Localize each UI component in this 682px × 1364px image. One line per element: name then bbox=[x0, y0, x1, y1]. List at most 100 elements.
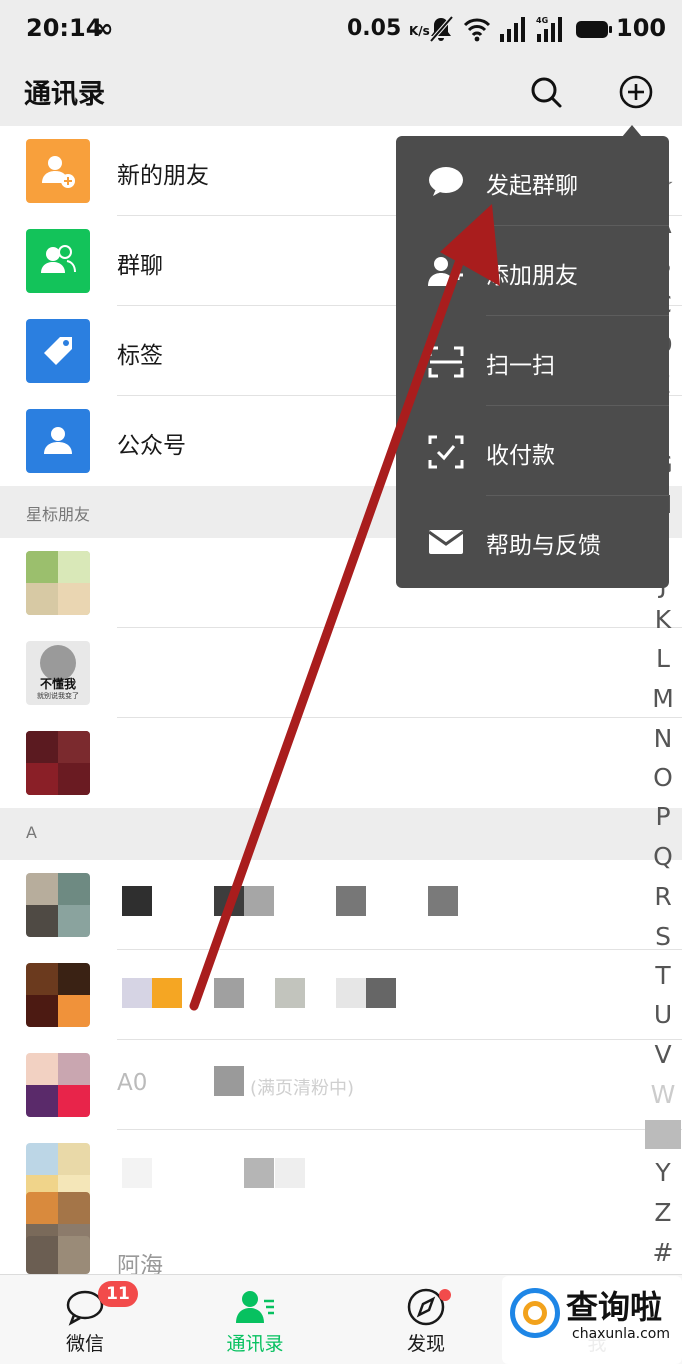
network-speed-value: 0.05 bbox=[347, 16, 402, 41]
contact-row[interactable] bbox=[0, 1130, 682, 1220]
mosaic-block bbox=[275, 1158, 305, 1188]
contact-row[interactable]: A0 (满页清粉中) bbox=[0, 1040, 682, 1130]
mosaic-block bbox=[122, 978, 152, 1008]
add-popup-menu: 发起群聊 添加朋友 扫一扫 收付款 帮助与反馈 bbox=[396, 136, 669, 588]
section-header-a: A bbox=[0, 808, 682, 860]
menu-label: 收付款 bbox=[486, 443, 555, 469]
index-letter[interactable]: U bbox=[645, 1000, 681, 1029]
avatar-subtext: 就别说我变了 bbox=[37, 692, 79, 700]
index-letter[interactable]: V bbox=[645, 1040, 681, 1069]
avatar bbox=[26, 873, 90, 937]
contact-name: 阿海 bbox=[117, 1253, 163, 1274]
plus-circle-icon bbox=[619, 75, 653, 109]
mute-bell-icon bbox=[429, 15, 454, 43]
row-label: 群聊 bbox=[117, 253, 163, 279]
scan-icon bbox=[428, 346, 464, 378]
network-speed: 0.05 K/s bbox=[347, 16, 430, 41]
mosaic-block bbox=[428, 886, 458, 916]
mosaic-block bbox=[336, 978, 366, 1008]
menu-scan[interactable]: 扫一扫 bbox=[396, 316, 669, 406]
index-letter[interactable]: Y bbox=[645, 1158, 681, 1187]
tab-label: 微信 bbox=[65, 1333, 104, 1355]
index-letter[interactable]: Z bbox=[645, 1198, 681, 1227]
index-letter[interactable]: P bbox=[645, 802, 681, 831]
group-chat-icon bbox=[26, 229, 90, 293]
avatar: 不懂我 就别说我变了 bbox=[26, 641, 90, 705]
index-letter[interactable]: M bbox=[645, 684, 681, 713]
index-letter[interactable]: L bbox=[645, 644, 681, 673]
index-letter[interactable]: O bbox=[645, 763, 681, 792]
menu-payment[interactable]: 收付款 bbox=[396, 406, 669, 496]
starred-contact-row[interactable]: 不懂我 就别说我变了 bbox=[0, 628, 682, 718]
menu-add-friend[interactable]: 添加朋友 bbox=[396, 226, 669, 316]
mosaic-block bbox=[244, 886, 274, 916]
chat-bubble-icon bbox=[429, 167, 463, 196]
index-letter[interactable]: # bbox=[645, 1238, 681, 1267]
tab-discover[interactable]: 发现 bbox=[341, 1275, 511, 1364]
search-icon bbox=[531, 77, 562, 108]
mosaic-block bbox=[244, 1158, 274, 1188]
index-letter[interactable]: T bbox=[645, 961, 681, 990]
mail-icon bbox=[428, 530, 464, 554]
mosaic-block bbox=[275, 978, 305, 1008]
tab-contacts[interactable]: 通讯录 bbox=[170, 1275, 340, 1364]
avatar bbox=[26, 731, 90, 795]
row-label: 公众号 bbox=[117, 433, 186, 459]
notification-dot bbox=[439, 1289, 451, 1301]
avatar-text: 不懂我 bbox=[39, 677, 76, 691]
tab-label: 发现 bbox=[406, 1333, 445, 1355]
watermark-text: 查询啦 bbox=[566, 1288, 663, 1326]
mosaic-block bbox=[366, 978, 396, 1008]
contacts-icon bbox=[236, 1291, 274, 1323]
tag-icon bbox=[26, 319, 90, 383]
index-letter[interactable]: R bbox=[645, 882, 681, 911]
watermark-url: chaxunla.com bbox=[572, 1326, 670, 1342]
status-time: 20:14 bbox=[26, 14, 103, 42]
row-label: 标签 bbox=[117, 343, 163, 369]
contact-note: (满页清粉中) bbox=[250, 1078, 355, 1099]
signal-4g-icon: 4G bbox=[536, 16, 562, 42]
battery-level: 100 bbox=[616, 14, 667, 42]
add-menu-button[interactable] bbox=[612, 68, 660, 116]
mosaic-block bbox=[214, 978, 244, 1008]
network-speed-unit: K/s bbox=[408, 24, 430, 38]
add-person-icon bbox=[428, 257, 463, 286]
official-account-icon bbox=[26, 409, 90, 473]
contact-row[interactable]: 阿海 bbox=[0, 1236, 682, 1274]
new-friends-icon bbox=[26, 139, 90, 203]
starred-contact-row[interactable] bbox=[0, 718, 682, 808]
mosaic-block bbox=[214, 1066, 244, 1096]
menu-help-feedback[interactable]: 帮助与反馈 bbox=[396, 496, 669, 586]
page-title: 通讯录 bbox=[24, 79, 105, 110]
index-letter[interactable]: Q bbox=[645, 842, 681, 871]
payment-icon bbox=[428, 435, 464, 469]
tab-chats[interactable]: 11 微信 bbox=[0, 1275, 170, 1364]
contact-row[interactable] bbox=[0, 950, 682, 1040]
menu-label: 帮助与反馈 bbox=[486, 533, 601, 559]
menu-start-group-chat[interactable]: 发起群聊 bbox=[396, 136, 669, 226]
section-title: 星标朋友 bbox=[26, 505, 91, 524]
top-nav-bar: 通讯录 bbox=[0, 62, 682, 126]
contact-name: A0 bbox=[117, 1070, 148, 1096]
svg-text:4G: 4G bbox=[536, 16, 548, 25]
index-letter[interactable]: K bbox=[645, 605, 681, 634]
contact-row[interactable] bbox=[0, 860, 682, 950]
index-letter[interactable]: N bbox=[645, 724, 681, 753]
menu-label: 发起群聊 bbox=[486, 173, 578, 199]
unread-badge: 11 bbox=[98, 1281, 138, 1307]
mosaic-block bbox=[152, 978, 182, 1008]
search-button[interactable] bbox=[522, 68, 570, 116]
signal-icon bbox=[500, 17, 525, 42]
tab-label: 通讯录 bbox=[226, 1333, 284, 1355]
status-bar: 20:14 ∞ 0.05 K/s 4G 100 bbox=[0, 0, 682, 62]
mosaic-block bbox=[122, 886, 152, 916]
index-letter[interactable]: X bbox=[645, 1120, 681, 1149]
wifi-icon bbox=[463, 18, 491, 42]
watermark-logo-icon bbox=[510, 1288, 560, 1338]
index-letter[interactable]: W bbox=[645, 1080, 681, 1109]
row-label: 新的朋友 bbox=[117, 163, 209, 189]
index-letter[interactable]: S bbox=[645, 922, 681, 951]
section-title: A bbox=[26, 823, 37, 842]
avatar bbox=[26, 1236, 90, 1274]
infinity-icon: ∞ bbox=[92, 14, 114, 44]
